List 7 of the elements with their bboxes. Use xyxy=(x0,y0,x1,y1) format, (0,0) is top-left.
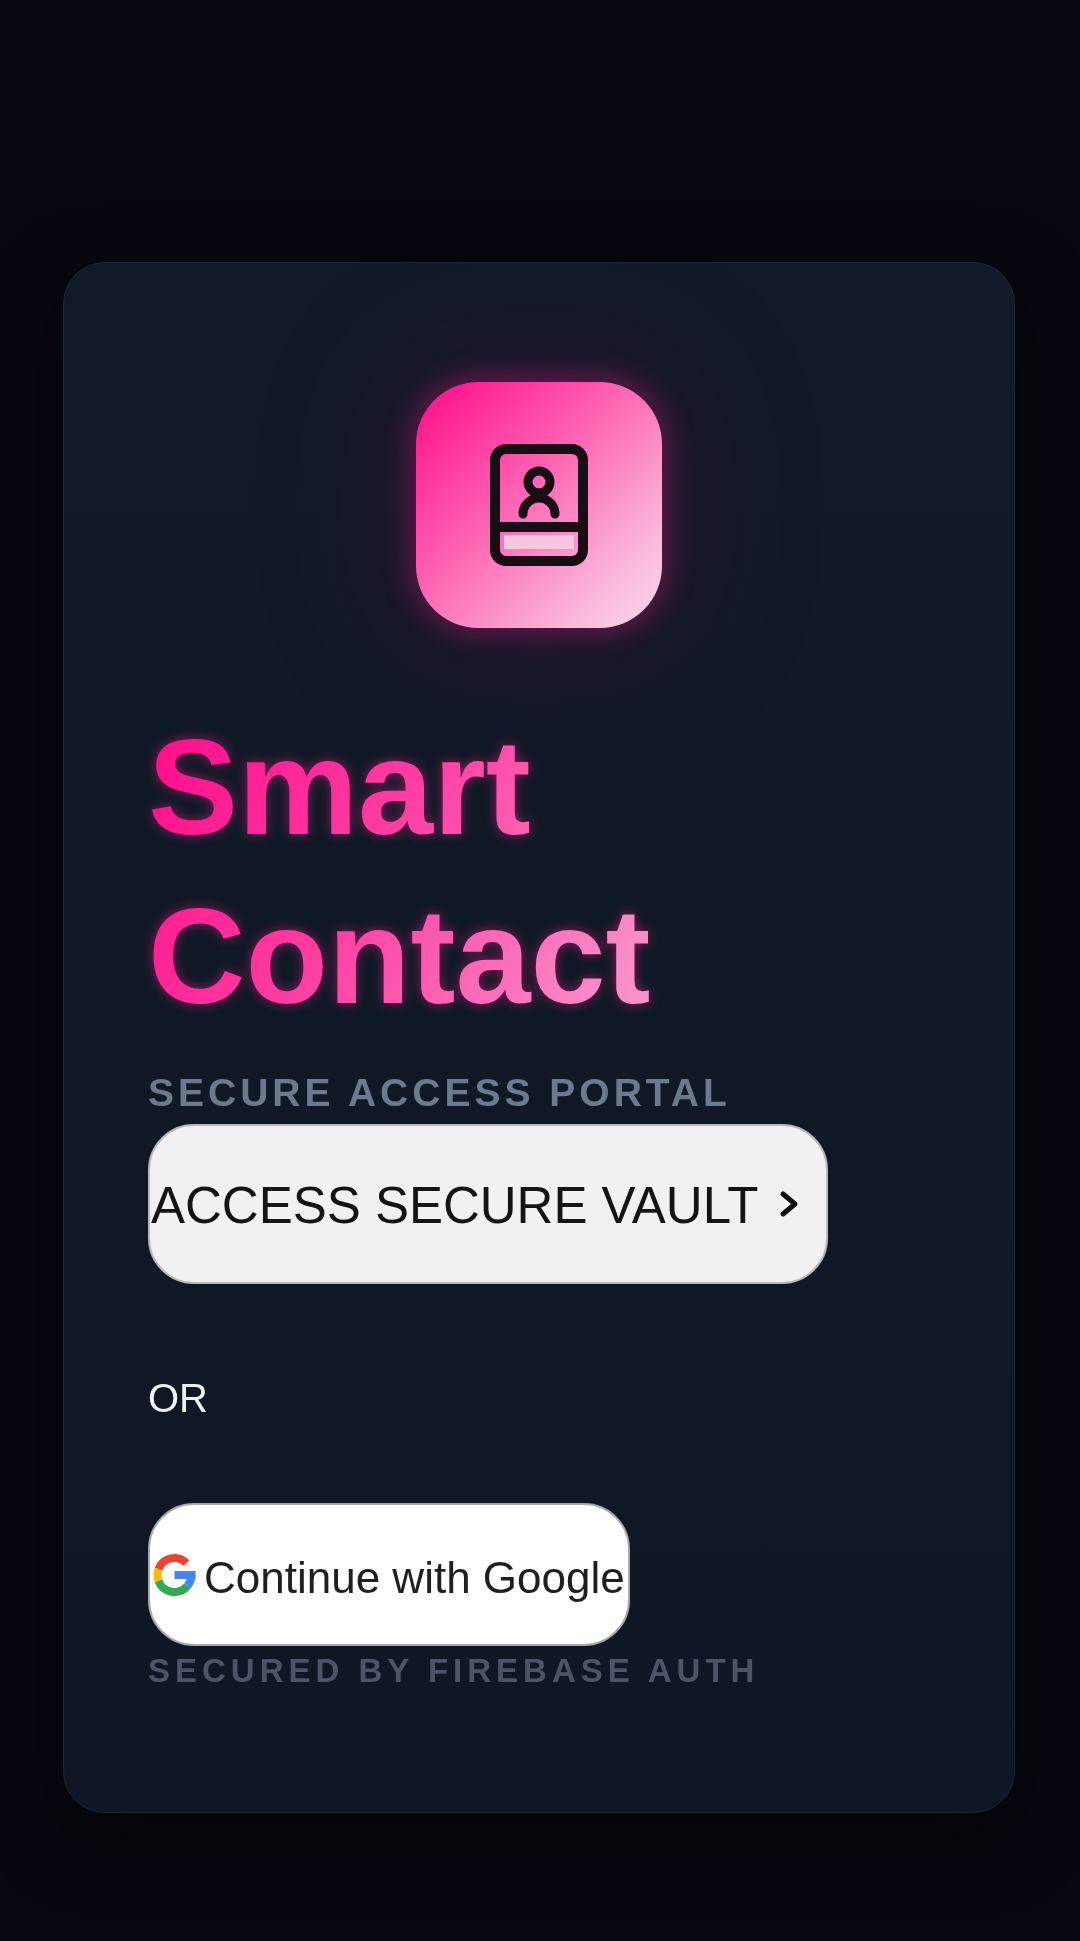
portal-subtitle: SECURE ACCESS PORTAL xyxy=(148,1070,731,1115)
or-separator: OR xyxy=(148,1375,208,1421)
access-vault-button[interactable]: ACCESS SECURE VAULT xyxy=(148,1124,828,1284)
chevron-right-icon xyxy=(779,1190,800,1218)
google-sign-in-button[interactable]: Continue with Google xyxy=(148,1503,630,1646)
security-note: SECURED BY FIREBASE AUTH xyxy=(148,1651,760,1691)
contact-book-icon xyxy=(490,444,588,566)
